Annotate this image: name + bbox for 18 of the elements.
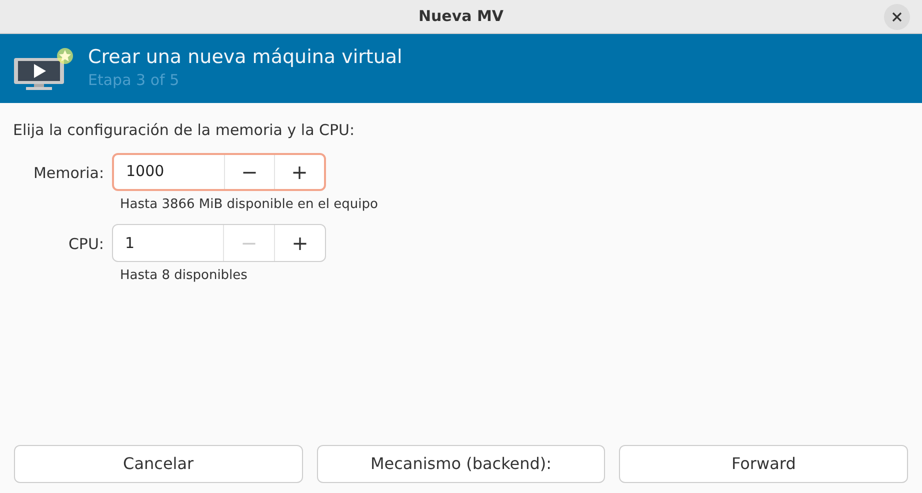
dialog-button[interactable]: Forward	[619, 445, 908, 483]
step-label: Etapa 3 of 5	[88, 70, 180, 91]
close-button[interactable]	[884, 4, 910, 30]
number-field[interactable]: 1000 − +	[112, 152, 326, 190]
field-label: Memoria:	[32, 162, 105, 184]
close-icon	[892, 12, 902, 22]
field-label: CPU:	[67, 234, 105, 255]
banner-title: Crear una nueva máquina virtual	[88, 46, 402, 69]
prompt-text: Elija la configuración de la memoria y la CPU:	[13, 120, 356, 141]
dialog-button[interactable]: Mecanismo (backend):	[316, 445, 606, 483]
window-title: Nueva MV	[418, 6, 504, 28]
increment-button[interactable]: +	[274, 225, 325, 261]
decrement-button[interactable]: −	[224, 154, 274, 188]
monitor-icon	[12, 46, 74, 92]
hint-text: Hasta 8 disponibles	[120, 267, 248, 285]
dialog-button[interactable]: Cancelar	[14, 445, 303, 483]
increment-button[interactable]: +	[274, 154, 324, 188]
hint-text: Hasta 3866 MiB disponible en el equipo	[120, 196, 379, 214]
